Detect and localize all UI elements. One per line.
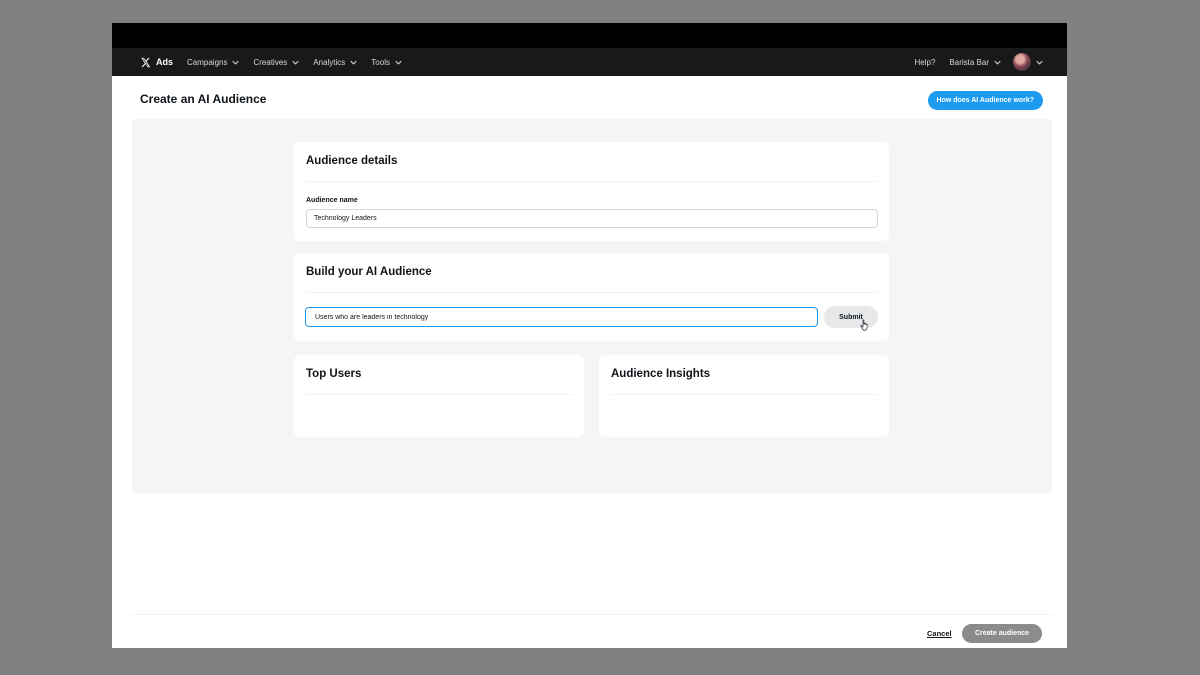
audience-details-title: Audience details bbox=[306, 155, 398, 167]
chevron-down-icon bbox=[350, 60, 357, 65]
main-content: Audience details Audience name Build you… bbox=[132, 119, 1052, 493]
nav-tools[interactable]: Tools bbox=[371, 58, 402, 67]
x-logo-icon bbox=[141, 57, 151, 67]
nav-analytics[interactable]: Analytics bbox=[313, 58, 357, 67]
nav-right: Help? Barista Bar bbox=[915, 53, 1043, 71]
nav-campaigns-label: Campaigns bbox=[187, 57, 228, 67]
footer-divider bbox=[132, 614, 1052, 615]
account-switcher[interactable]: Barista Bar bbox=[949, 58, 1001, 67]
app-window: Ads Campaigns Creatives Analytics Tools … bbox=[112, 23, 1067, 648]
brand[interactable]: Ads bbox=[140, 57, 173, 68]
audience-details-card: Audience details Audience name bbox=[294, 142, 889, 241]
chevron-down-icon bbox=[395, 60, 402, 65]
top-users-title: Top Users bbox=[306, 368, 362, 380]
nav-analytics-label: Analytics bbox=[313, 57, 346, 67]
audience-name-input[interactable] bbox=[306, 209, 878, 228]
brand-label: Ads bbox=[156, 57, 174, 67]
divider bbox=[306, 292, 877, 293]
nav-campaigns[interactable]: Campaigns bbox=[187, 57, 240, 67]
how-it-works-button[interactable]: How does AI Audience work? bbox=[927, 91, 1043, 110]
help-link[interactable]: Help? bbox=[915, 58, 936, 67]
audience-name-label: Audience name bbox=[306, 197, 358, 204]
browser-top-strip bbox=[112, 23, 1067, 48]
avatar-menu[interactable] bbox=[1013, 53, 1043, 71]
divider bbox=[611, 394, 877, 395]
nav-creatives[interactable]: Creatives bbox=[253, 58, 299, 67]
nav-creatives-label: Creatives bbox=[253, 57, 288, 67]
top-navbar: Ads Campaigns Creatives Analytics Tools … bbox=[112, 48, 1067, 76]
chevron-down-icon bbox=[1036, 60, 1043, 65]
divider bbox=[306, 181, 877, 182]
page-title: Create an AI Audience bbox=[140, 92, 267, 106]
divider bbox=[306, 394, 572, 395]
audience-prompt-input[interactable] bbox=[305, 307, 818, 327]
build-audience-card: Build your AI Audience Submit bbox=[294, 253, 889, 341]
audience-insights-card: Audience Insights bbox=[599, 355, 889, 437]
page-header: Create an AI Audience How does AI Audien… bbox=[112, 76, 1067, 119]
create-audience-button[interactable]: Create audience bbox=[962, 624, 1042, 643]
chevron-down-icon bbox=[994, 60, 1001, 65]
build-audience-title: Build your AI Audience bbox=[306, 266, 432, 278]
cancel-link[interactable]: Cancel bbox=[927, 629, 952, 638]
avatar bbox=[1013, 53, 1031, 71]
nav-tools-label: Tools bbox=[371, 57, 390, 67]
account-name: Barista Bar bbox=[949, 57, 989, 67]
chevron-down-icon bbox=[292, 60, 299, 65]
top-users-card: Top Users bbox=[294, 355, 584, 437]
chevron-down-icon bbox=[232, 60, 240, 65]
hand-cursor-icon bbox=[860, 319, 868, 331]
audience-insights-title: Audience Insights bbox=[611, 368, 711, 380]
